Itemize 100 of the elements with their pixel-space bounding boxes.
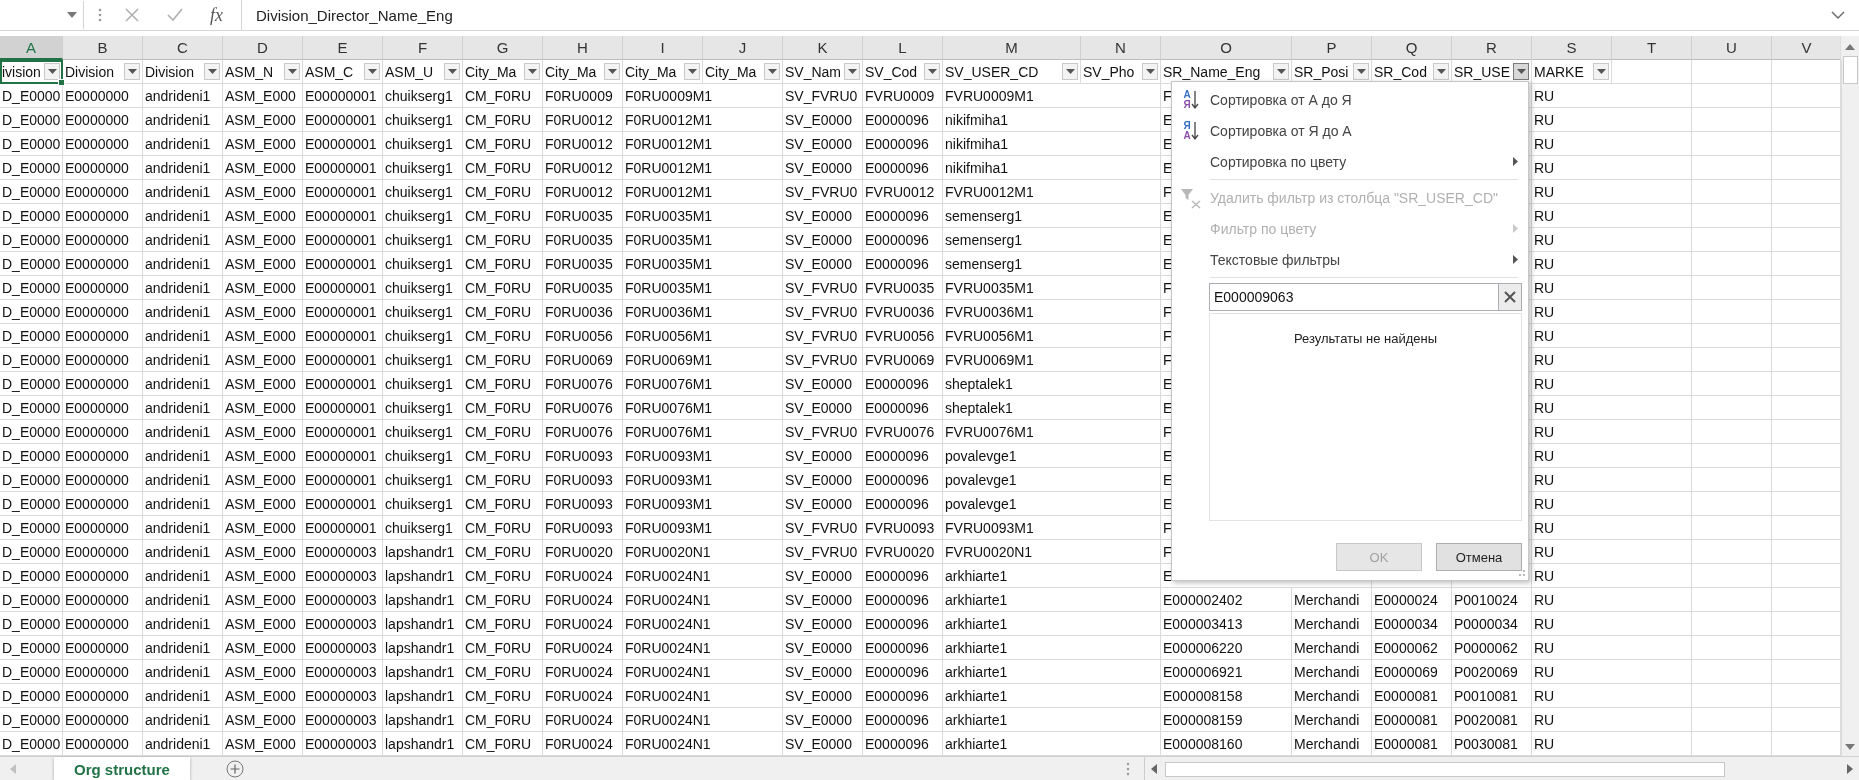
splitter-icon[interactable] (98, 7, 102, 23)
filter-button[interactable] (604, 63, 620, 80)
column-letter[interactable]: V (1772, 36, 1842, 60)
filter-button[interactable] (204, 63, 220, 80)
filter-button[interactable] (844, 63, 860, 80)
close-icon[interactable] (1504, 291, 1516, 303)
caret-icon[interactable] (527, 69, 537, 74)
expand-icon[interactable] (1831, 11, 1845, 19)
column-header[interactable]: SV_Pho (1081, 60, 1161, 84)
caret-icon[interactable] (1276, 69, 1286, 74)
search-field[interactable]: E000009063 (1209, 283, 1498, 311)
scroll-down-icon[interactable] (1845, 744, 1855, 750)
sheet-tab[interactable]: Org structure (54, 757, 190, 780)
insert-function-button[interactable]: fx (210, 4, 223, 26)
column-letter[interactable]: K (783, 36, 863, 60)
caret-icon[interactable] (287, 69, 297, 74)
column-header[interactable]: Division (63, 60, 143, 84)
table-cell: E00000001 (303, 300, 383, 324)
caret-icon[interactable] (607, 69, 617, 74)
caret-icon[interactable] (1145, 69, 1155, 74)
filter-button[interactable] (924, 63, 940, 80)
column-letter[interactable]: G (463, 36, 543, 60)
column-letter[interactable]: A (0, 36, 63, 60)
resize-grip-icon[interactable] (1517, 569, 1525, 577)
column-letter[interactable]: S (1532, 36, 1612, 60)
filter-button[interactable] (684, 63, 700, 80)
column-letter[interactable]: N (1081, 36, 1161, 60)
caret-icon[interactable] (767, 69, 777, 74)
column-header[interactable]: MARKE (1532, 60, 1612, 84)
filter-button[interactable] (1273, 63, 1289, 80)
filter-button[interactable] (124, 63, 140, 80)
column-header[interactable]: City_Ma (543, 60, 623, 84)
caret-icon[interactable] (1596, 69, 1606, 74)
filter-button[interactable] (1433, 63, 1449, 80)
clear-button[interactable] (1498, 283, 1522, 311)
caret-icon[interactable] (1065, 69, 1075, 74)
column-letter[interactable]: U (1692, 36, 1772, 60)
filter-button[interactable] (1353, 63, 1369, 80)
table-cell: SV_E0000 (783, 684, 863, 708)
column-letter[interactable]: F (383, 36, 463, 60)
scroll-up-icon[interactable] (1845, 44, 1855, 50)
filter-button[interactable] (1593, 63, 1609, 80)
filter-button[interactable] (44, 63, 60, 80)
column-letter[interactable]: P (1292, 36, 1372, 60)
column-header[interactable]: City_Ma (623, 60, 703, 84)
column-header[interactable]: SV_Nam (783, 60, 863, 84)
column-letter[interactable]: I (623, 36, 703, 60)
caret-icon[interactable] (447, 69, 457, 74)
column-header[interactable]: SV_Cod (863, 60, 943, 84)
column-header[interactable]: ASM_C (303, 60, 383, 84)
filter-button[interactable] (364, 63, 380, 80)
filter-button[interactable] (1062, 63, 1078, 80)
caret-icon[interactable] (847, 69, 857, 74)
column-letter[interactable]: L (863, 36, 943, 60)
table-cell: E0000000 (63, 420, 143, 444)
caret-icon[interactable] (127, 69, 137, 74)
caret-icon[interactable] (1516, 69, 1526, 74)
caret-icon[interactable] (1436, 69, 1446, 74)
caret-icon[interactable] (927, 69, 937, 74)
table-cell: E00000001 (303, 516, 383, 540)
column-letter[interactable]: M (943, 36, 1081, 60)
column-header[interactable]: ASM_U (383, 60, 463, 84)
caret-icon[interactable] (1356, 69, 1366, 74)
column-letter[interactable]: B (63, 36, 143, 60)
scroll-left-icon[interactable] (1150, 764, 1157, 774)
column-header[interactable]: ASM_N (223, 60, 303, 84)
column-letter[interactable]: T (1612, 36, 1692, 60)
filter-button[interactable] (444, 63, 460, 80)
check-icon[interactable] (166, 7, 184, 23)
filter-button[interactable] (1142, 63, 1158, 80)
column-header[interactable]: SV_USER_CD (943, 60, 1081, 84)
add-sheet-icon[interactable] (225, 760, 244, 778)
formula-field[interactable]: Division_Director_Name_Eng (241, 0, 1859, 30)
column-letter[interactable]: C (143, 36, 223, 60)
scrollbar-thumb[interactable] (1842, 56, 1858, 84)
column-header[interactable]: City_Ma (703, 60, 783, 84)
column-letter[interactable]: E (303, 36, 383, 60)
column-letter[interactable]: R (1452, 36, 1532, 60)
caret-icon[interactable] (687, 69, 697, 74)
table-cell: F0RU0035M1 (623, 252, 783, 276)
column-letter[interactable]: H (543, 36, 623, 60)
cancel-button[interactable]: Отмена (1436, 543, 1522, 571)
filter-button[interactable] (524, 63, 540, 80)
scrollbar-thumb[interactable] (1164, 761, 1725, 777)
table-cell: CM_F0RU (463, 276, 543, 300)
caret-icon[interactable] (207, 69, 217, 74)
column-header[interactable]: Division (143, 60, 223, 84)
column-letter[interactable]: Q (1372, 36, 1452, 60)
column-letter[interactable]: O (1161, 36, 1292, 60)
column-letter[interactable]: J (703, 36, 783, 60)
scroll-right-icon[interactable] (1847, 764, 1853, 774)
filter-button[interactable] (284, 63, 300, 80)
column-header[interactable]: ivision (0, 60, 63, 84)
caret-icon[interactable] (47, 69, 57, 74)
filter-button[interactable] (1513, 63, 1529, 80)
caret-icon[interactable] (367, 69, 377, 74)
filter-button[interactable] (764, 63, 780, 80)
column-header[interactable]: City_Ma (463, 60, 543, 84)
column-letter[interactable]: D (223, 36, 303, 60)
caret-icon[interactable] (67, 12, 77, 18)
